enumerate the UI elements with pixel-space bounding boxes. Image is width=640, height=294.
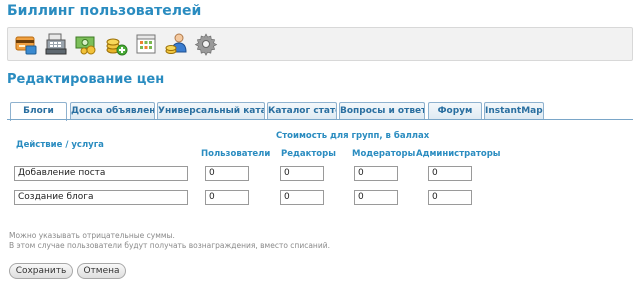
tab-forum[interactable]: Форум (428, 102, 482, 120)
price-users-field[interactable]: 0 (205, 166, 249, 181)
row-name-field[interactable]: Создание блога (14, 190, 188, 205)
column-users: Пользователи (201, 149, 271, 159)
tab-catalog[interactable]: Универсальный каталог (157, 102, 265, 120)
credit-card-icon[interactable] (14, 32, 38, 56)
tab-instantmaps[interactable]: InstantMaps (484, 102, 544, 120)
money-icon[interactable] (74, 32, 98, 56)
note-line-2: В этом случае пользователи будут получат… (9, 241, 330, 250)
column-admins: Администраторы (416, 149, 501, 159)
price-admins-field[interactable]: 0 (428, 166, 472, 181)
column-editors: Редакторы (281, 149, 336, 159)
price-admins-field[interactable]: 0 (428, 190, 472, 205)
tabs-divider (7, 119, 633, 120)
user-coins-icon[interactable] (164, 32, 188, 56)
save-button[interactable]: Сохранить (9, 263, 73, 279)
group-header: Стоимость для групп, в баллах (276, 131, 430, 141)
action-header: Действие / услуга (16, 140, 104, 150)
gear-icon[interactable] (194, 32, 218, 56)
price-moderators-field[interactable]: 0 (354, 190, 398, 205)
price-users-field[interactable]: 0 (205, 190, 249, 205)
toolbar (7, 27, 633, 61)
section-title: Редактирование цен (7, 72, 165, 87)
note-line-1: Можно указывать отрицательные суммы. (9, 231, 175, 240)
tab-articles[interactable]: Каталог статей (267, 102, 337, 120)
tab-board[interactable]: Доска объявлений (70, 102, 155, 120)
tab-qa[interactable]: Вопросы и ответы (339, 102, 425, 120)
row-name-field[interactable]: Добавление поста (14, 166, 188, 181)
coins-add-icon[interactable] (104, 32, 128, 56)
column-moderators: Модераторы (352, 149, 416, 159)
page-title: Биллинг пользователей (7, 3, 202, 19)
cash-register-icon[interactable] (44, 32, 68, 56)
cancel-button[interactable]: Отмена (77, 263, 126, 279)
price-editors-field[interactable]: 0 (280, 190, 324, 205)
price-editors-field[interactable]: 0 (280, 166, 324, 181)
price-moderators-field[interactable]: 0 (354, 166, 398, 181)
calendar-icon[interactable] (134, 32, 158, 56)
